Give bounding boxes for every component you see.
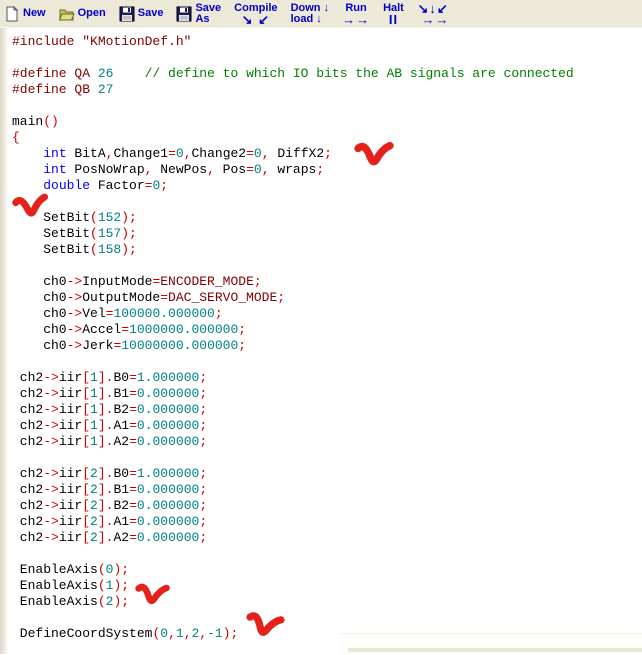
toolbar-button-label: Down ↓ load ↓ — [290, 1, 330, 25]
toolbar-button-label: Run →→ — [342, 1, 371, 27]
code-area[interactable]: #include "KMotionDef.h" #define QA 26 //… — [12, 34, 574, 642]
save-floppy-icon — [119, 6, 135, 22]
toolbar-button-label: Compile ↘ ↙ — [234, 1, 278, 27]
toolbar-button-label: New — [23, 7, 46, 19]
toolbar-button-label: Save As — [195, 1, 222, 25]
code-line: SetBit(158); — [12, 242, 137, 257]
code-line: double Factor=0; — [43, 178, 169, 193]
code-line: ch2->iir[1].B2=0.000000; — [12, 402, 208, 417]
code-line: ch2->iir[1].B1=0.000000; — [12, 386, 208, 401]
toolbar: New Open Save Save As Compile ↘ ↙ Down ↓ load ↓ R… — [0, 0, 642, 28]
code-line: ch2->iir[1].A2=0.000000; — [12, 434, 208, 449]
toolbar-button-save-as[interactable]: Save As — [176, 1, 222, 25]
code-line: ch2->iir[1].B0=1.000000; — [12, 370, 208, 385]
code-line: int BitA,Change1=0,Change2=0, DiffX2; — [43, 146, 332, 161]
toolbar-button-label: Halt II — [383, 1, 404, 27]
toolbar-button-label: ↘↓↙ →→ — [416, 0, 450, 27]
code-line: EnableAxis(0); — [12, 562, 130, 577]
code-line: ch2->iir[2].B2=0.000000; — [12, 498, 208, 513]
code-line: ch0->InputMode=ENCODER_MODE; — [12, 274, 262, 289]
toolbar-button-compile-download-run[interactable]: ↘↓↙ →→ — [416, 0, 450, 27]
toolbar-button-halt[interactable]: Halt II — [383, 1, 404, 27]
code-line: ch0->Jerk=10000000.000000; — [12, 338, 247, 353]
toolbar-button-new[interactable]: New — [4, 5, 46, 22]
code-line: { — [12, 130, 20, 145]
toolbar-button-run[interactable]: Run →→ — [342, 1, 371, 27]
code-line: ch0->Accel=1000000.000000; — [12, 322, 247, 337]
toolbar-button-download[interactable]: Down ↓ load ↓ — [290, 1, 330, 25]
toolbar-button-save[interactable]: Save — [119, 6, 164, 22]
code-line: ch2->iir[2].B1=0.000000; — [12, 482, 208, 497]
toolbar-button-label: Save — [137, 7, 164, 19]
code-line: ch2->iir[2].B0=1.000000; — [12, 466, 208, 481]
open-folder-icon — [58, 6, 75, 22]
editor: #include "KMotionDef.h" #define QA 26 //… — [0, 28, 642, 654]
new-page-icon — [4, 5, 20, 22]
code-line: ch2->iir[2].A2=0.000000; — [12, 530, 208, 545]
toolbar-button-compile[interactable]: Compile ↘ ↙ — [234, 1, 278, 27]
code-line: SetBit(157); — [12, 226, 137, 241]
overlapping-window-edge — [340, 633, 642, 655]
code-line: ch0->Vel=100000.000000; — [12, 306, 223, 321]
code-line: #include "KMotionDef.h" — [12, 34, 192, 49]
overlapping-window-stripe — [348, 648, 642, 652]
code-line: #define QA 26 // define to which IO bits… — [12, 66, 574, 81]
editor-margin-gutter — [0, 28, 7, 654]
code-line: EnableAxis(1); — [12, 578, 130, 593]
save-floppy-icon — [176, 6, 192, 22]
code-line: ch2->iir[1].A1=0.000000; — [12, 418, 208, 433]
code-line: EnableAxis(2); — [12, 594, 130, 609]
code-line: int PosNoWrap, NewPos, Pos=0, wraps; — [43, 162, 325, 177]
code-line: ch2->iir[2].A1=0.000000; — [12, 514, 208, 529]
code-line: ch0->OutputMode=DAC_SERVO_MODE; — [12, 290, 286, 305]
code-line: main() — [12, 114, 59, 129]
code-line: #define QB 27 — [12, 82, 114, 97]
toolbar-button-open[interactable]: Open — [58, 6, 106, 22]
toolbar-button-label: Open — [77, 7, 106, 19]
code-line: SetBit(152); — [12, 210, 137, 225]
